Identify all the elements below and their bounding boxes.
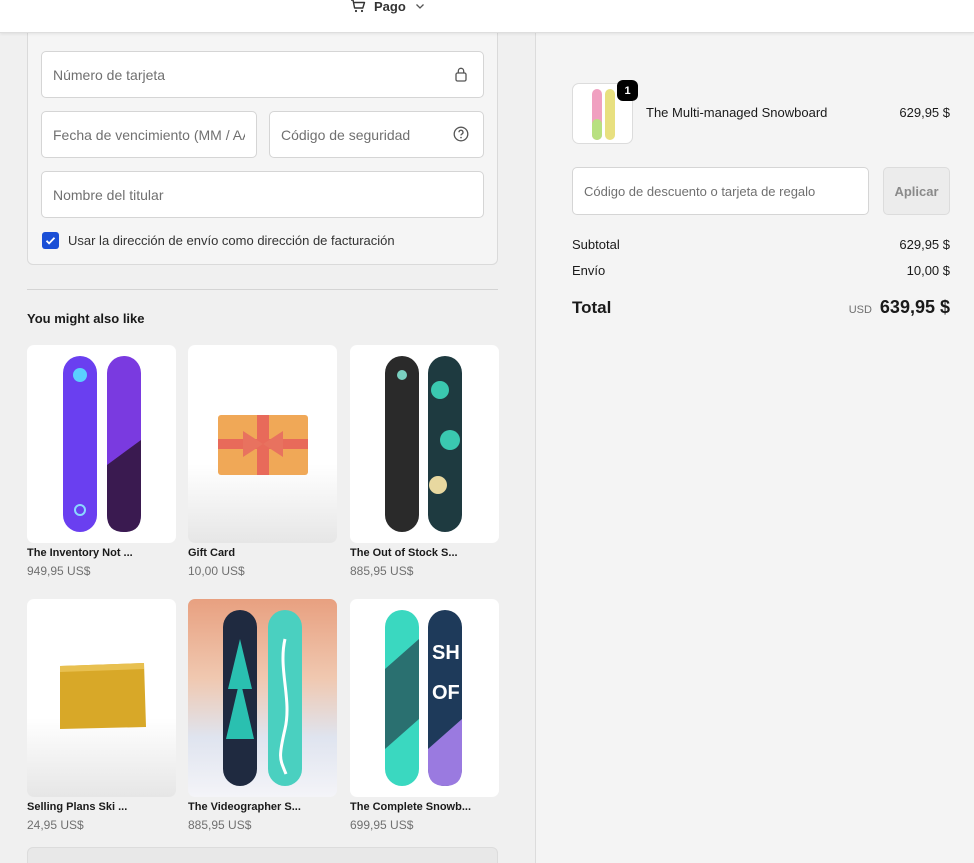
quantity-badge: 1: [617, 80, 638, 101]
check-icon: [45, 237, 56, 245]
total-label: Total: [572, 298, 612, 317]
subtotal-value: 629,95 $: [899, 237, 950, 252]
product-price: 949,95 US$: [27, 564, 91, 578]
discount-code-input[interactable]: [572, 167, 869, 215]
shipping-value: 10,00 $: [906, 263, 950, 278]
product-name: The Complete Snowb...: [350, 801, 472, 813]
apply-discount-button[interactable]: Aplicar: [883, 167, 950, 215]
shipping-row: Envío 10,00 $: [572, 263, 950, 278]
top-bar: Pago: [0, 0, 974, 33]
product-image-gift-card[interactable]: [188, 345, 337, 543]
product-name: Selling Plans Ski ...: [27, 801, 128, 813]
subtotal-row: Subtotal 629,95 $: [572, 237, 950, 252]
product-card[interactable]: Selling Plans Ski ... 24,95 US$: [27, 599, 176, 832]
line-item-price: 629,95 $: [899, 105, 950, 120]
line-item-name: The Multi-managed Snowboard: [646, 105, 828, 120]
product-price: 885,95 US$: [188, 818, 252, 832]
chevron-down-icon: [414, 0, 426, 12]
svg-text:OF: OF: [432, 682, 460, 704]
next-section-card: [27, 847, 498, 863]
order-summary: 1 The Multi-managed Snowboard 629,95 $ A…: [535, 33, 974, 863]
card-number-input[interactable]: [41, 51, 484, 98]
product-name: Gift Card: [188, 547, 236, 559]
product-name: The Inventory Not ...: [27, 547, 133, 559]
product-card[interactable]: Gift Card 10,00 US$: [188, 345, 337, 578]
product-image-ski-wax[interactable]: [27, 599, 176, 797]
checkout-main: Usar la dirección de envío como direcció…: [0, 33, 535, 863]
product-price: 10,00 US$: [188, 564, 245, 578]
shipping-label: Envío: [572, 263, 606, 278]
help-icon[interactable]: [452, 125, 470, 143]
product-price: 699,95 US$: [350, 818, 414, 832]
product-image-snowboard-landscape[interactable]: [188, 599, 337, 797]
cart-line-item: 1 The Multi-managed Snowboard 629,95 $: [572, 80, 950, 144]
expiry-date-input[interactable]: [41, 111, 257, 158]
billing-address-option: Usar la dirección de envío como direcció…: [42, 232, 395, 249]
product-name: The Out of Stock S...: [350, 547, 458, 559]
product-card[interactable]: The Videographer S... 885,95 US$: [188, 599, 337, 832]
billing-checkbox-label: Usar la dirección de envío como direcció…: [68, 233, 395, 248]
subtotal-label: Subtotal: [572, 237, 620, 252]
credit-card-form: Usar la dirección de envío como direcció…: [27, 33, 498, 265]
product-card[interactable]: The Out of Stock S... 885,95 US$: [350, 345, 499, 578]
product-card[interactable]: SH OF The Complete Snowb... 699,95 US$: [350, 599, 499, 832]
cart-label: Pago: [374, 0, 406, 14]
recommendations-title: You might also like: [27, 311, 145, 326]
product-price: 885,95 US$: [350, 564, 414, 578]
product-name: The Videographer S...: [188, 801, 301, 813]
total-row: Total USD 639,95 $: [572, 297, 950, 318]
total-value: 639,95 $: [879, 297, 950, 317]
cardholder-name-input[interactable]: [41, 171, 484, 218]
product-price: 24,95 US$: [27, 818, 84, 832]
product-card[interactable]: The Inventory Not ... 949,95 US$: [27, 345, 176, 578]
billing-checkbox[interactable]: [42, 232, 59, 249]
cart-dropdown[interactable]: Pago: [350, 0, 426, 14]
cart-icon: [350, 0, 366, 14]
svg-text:SH: SH: [432, 642, 460, 664]
total-currency: USD: [848, 304, 872, 316]
product-image-snowboard-teal[interactable]: SH OF: [350, 599, 499, 797]
section-divider: [27, 289, 498, 290]
lock-icon: [452, 65, 470, 83]
product-image-snowboard-purple[interactable]: [27, 345, 176, 543]
product-image-snowboard-dark[interactable]: [350, 345, 499, 543]
